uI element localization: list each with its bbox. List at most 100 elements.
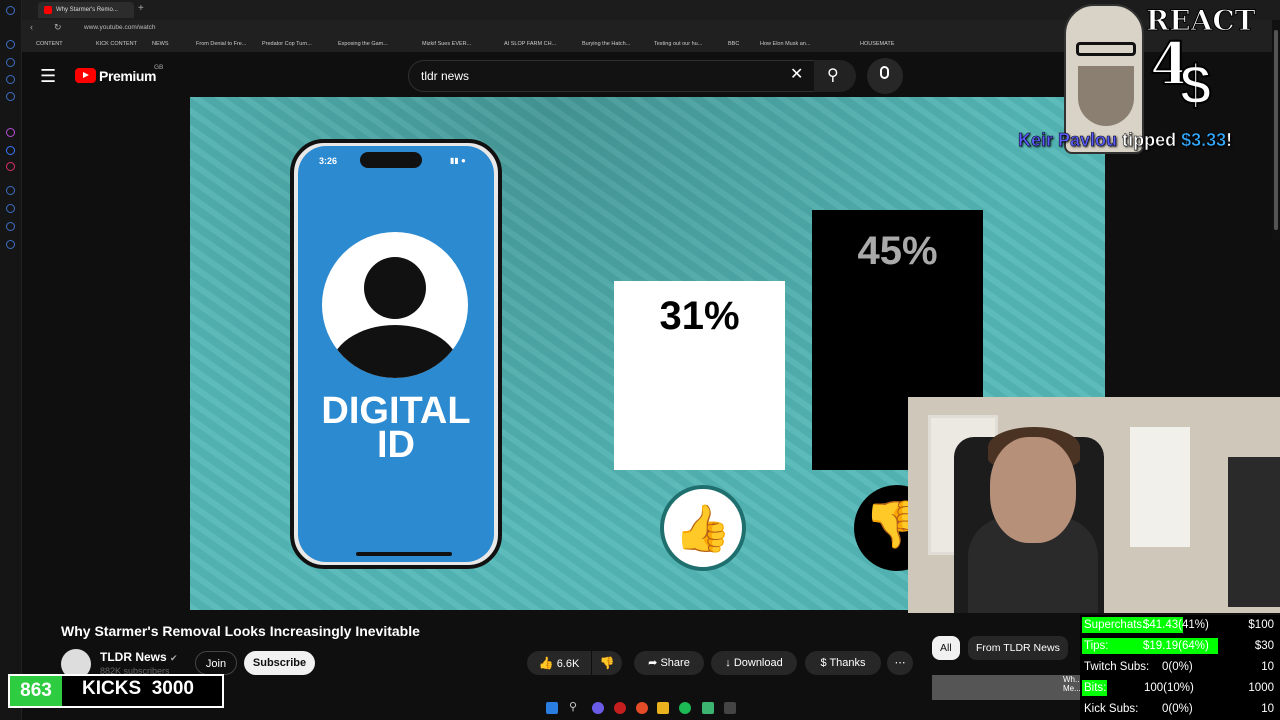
stat-goal: 1000: [1248, 682, 1274, 694]
join-button[interactable]: Join: [195, 651, 237, 675]
bookmark-item[interactable]: KICK CONTENT: [96, 41, 137, 47]
sidebar-icon[interactable]: [6, 58, 15, 67]
stat-value: 0(0%): [1162, 661, 1193, 673]
sidebar-icon[interactable]: [6, 204, 15, 213]
sidebar-icon[interactable]: [6, 162, 15, 171]
taskbar-search-icon[interactable]: ⚲: [569, 700, 577, 713]
premium-label: Premium: [99, 68, 157, 84]
more-actions-button[interactable]: ⋯: [887, 651, 913, 675]
taskbar-spotify-icon[interactable]: [679, 702, 691, 714]
clear-search-icon[interactable]: ✕: [790, 64, 803, 84]
back-icon[interactable]: ‹: [30, 22, 33, 32]
taskbar-app-icon[interactable]: [724, 702, 736, 714]
like-icon: 👍: [538, 656, 554, 670]
page-scrollbar[interactable]: [1272, 20, 1280, 240]
phone-home-bar: [356, 552, 452, 556]
microphone-icon: [880, 66, 889, 79]
download-icon: ↓: [725, 657, 731, 669]
dislike-icon: 👎: [599, 656, 615, 670]
tip-amount: $3.33: [1181, 130, 1227, 151]
phone-notch: [360, 152, 422, 168]
bookmark-item[interactable]: How Elon Musk an...: [760, 41, 810, 47]
bookmark-item[interactable]: Exposing the Gam...: [338, 41, 388, 47]
reload-icon[interactable]: ↻: [54, 22, 62, 33]
sidebar-icon[interactable]: [6, 222, 15, 231]
new-tab-icon[interactable]: +: [138, 3, 144, 14]
stat-label: Superchats:: [1084, 619, 1146, 631]
browser-tab[interactable]: Why Starmer's Remo...: [38, 2, 134, 18]
sidebar-icon[interactable]: [6, 186, 15, 195]
tip-action: tipped: [1122, 130, 1177, 151]
react-dollar: $: [1179, 52, 1212, 117]
bookmark-item[interactable]: HOUSEMATE: [860, 41, 894, 47]
stat-label: Twitch Subs:: [1084, 661, 1150, 673]
youtube-logo-icon[interactable]: [75, 68, 96, 83]
thanks-button[interactable]: $ Thanks: [805, 651, 881, 675]
sidebar-icon[interactable]: [6, 40, 15, 49]
menu-icon[interactable]: ☰: [40, 66, 56, 87]
bookmark-item[interactable]: Testing out our hu...: [654, 41, 702, 47]
approve-percent: 31%: [659, 294, 740, 338]
sidebar-icon[interactable]: [6, 240, 15, 249]
taskbar-app-icon[interactable]: [592, 702, 604, 714]
thumbs-up-icon: 👍: [660, 485, 746, 571]
thanks-icon: $: [820, 657, 827, 669]
search-input[interactable]: tldr news: [408, 60, 818, 92]
subscribe-button[interactable]: Subscribe: [244, 651, 315, 675]
bookmark-item[interactable]: Burying the Hatch...: [582, 41, 630, 47]
disapprove-percent: 45%: [857, 229, 938, 273]
kicks-label: KICKS 3000: [82, 678, 194, 699]
bookmark-item[interactable]: CONTENT: [36, 41, 63, 47]
voice-search-button[interactable]: [867, 58, 903, 94]
stat-label: Tips:: [1084, 640, 1109, 652]
sidebar-icon[interactable]: [6, 75, 15, 84]
stat-goal: $100: [1248, 619, 1274, 631]
stat-label: Bits:: [1084, 682, 1107, 694]
taskbar-browser-icon[interactable]: [636, 702, 648, 714]
avatar-clip: [322, 232, 468, 378]
bookmark-item[interactable]: From Denial to Fre...: [196, 41, 246, 47]
kicks-count: 863: [10, 676, 62, 706]
url-field[interactable]: www.youtube.com/watch: [84, 24, 156, 31]
stat-value: 100(10%): [1144, 682, 1194, 694]
bookmark-item[interactable]: AI SLOP FARM CH...: [504, 41, 556, 47]
channel-name[interactable]: TLDR News ✔: [100, 650, 178, 664]
sidebar-icon[interactable]: [6, 6, 15, 15]
taskbar-app-icon[interactable]: [614, 702, 626, 714]
browser-sidebar: [0, 0, 22, 720]
download-button[interactable]: ↓ Download: [711, 651, 797, 675]
region-label: GB: [154, 64, 164, 71]
share-button[interactable]: ➦ Share: [634, 651, 704, 675]
bookmark-item[interactable]: Mizkif Sues EVER...: [422, 41, 471, 47]
stat-goal: 10: [1261, 703, 1274, 715]
bookmark-item[interactable]: Predator Cop Turn...: [262, 41, 312, 47]
stat-goal: $30: [1254, 640, 1274, 652]
related-video-title[interactable]: Wh... Me...: [1063, 675, 1081, 693]
phone-status-icons: ▮▮ ●: [450, 156, 466, 165]
like-count: 6.6K: [556, 658, 580, 670]
stat-goal: 10: [1261, 661, 1274, 673]
sidebar-icon[interactable]: [6, 128, 15, 137]
youtube-favicon-icon: [44, 6, 52, 14]
taskbar-folder-icon[interactable]: [657, 702, 669, 714]
windows-start-icon[interactable]: [546, 702, 558, 714]
taskbar-app-icon[interactable]: [702, 702, 714, 714]
dislike-button[interactable]: 👎: [592, 651, 622, 675]
sidebar-icon[interactable]: [6, 92, 15, 101]
stat-label: Kick Subs:: [1084, 703, 1139, 715]
search-value: tldr news: [421, 69, 470, 83]
search-button[interactable]: ⚲: [814, 60, 856, 92]
digital-id-text: DIGITAL ID: [321, 390, 471, 466]
share-icon: ➦: [648, 657, 658, 669]
bookmark-item[interactable]: BBC: [728, 41, 739, 47]
tipper-first-name: Keir: [1018, 130, 1054, 151]
stat-value: 0(0%): [1162, 703, 1193, 715]
chip-all[interactable]: All: [932, 636, 960, 660]
chip-from-channel[interactable]: From TLDR News: [968, 636, 1068, 660]
bookmark-item[interactable]: NEWS: [152, 41, 169, 47]
like-button[interactable]: 👍 6.6K: [527, 651, 591, 675]
streamer-webcam: [908, 397, 1280, 613]
sidebar-icon[interactable]: [6, 146, 15, 155]
search-icon: ⚲: [827, 67, 839, 84]
related-video-thumbnails[interactable]: [932, 675, 1080, 700]
